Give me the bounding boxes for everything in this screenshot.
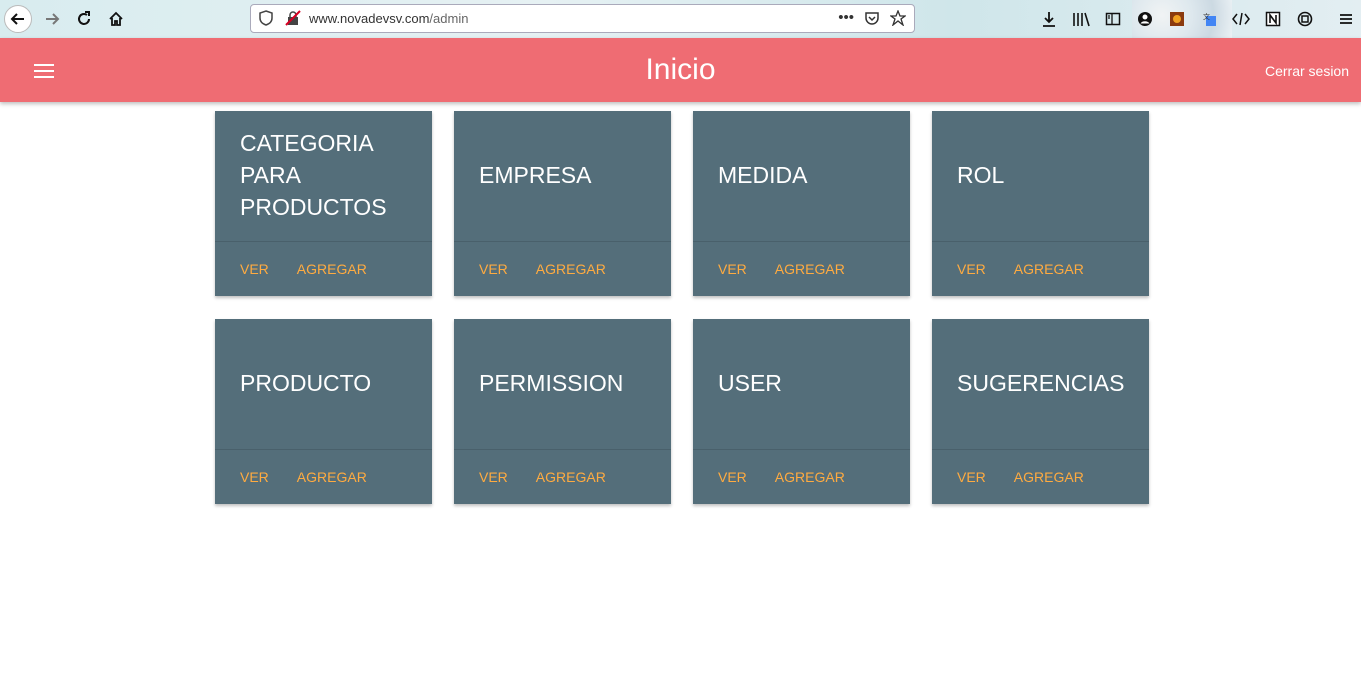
view-button[interactable]: VER <box>479 469 508 485</box>
card-medida: MEDIDA VER AGREGAR <box>693 111 910 296</box>
add-button[interactable]: AGREGAR <box>536 469 606 485</box>
card-divider <box>215 449 432 450</box>
add-button[interactable]: AGREGAR <box>1014 469 1084 485</box>
card-title: SUGERENCIAS <box>957 370 1125 396</box>
bookmark-star-icon[interactable] <box>890 9 906 26</box>
card-title: ROL <box>957 162 1005 188</box>
view-button[interactable]: VER <box>718 261 747 277</box>
view-button[interactable]: VER <box>479 261 508 277</box>
card-divider <box>693 449 910 450</box>
card-title: EMPRESA <box>479 162 592 188</box>
card-divider <box>693 241 910 242</box>
browser-menu-icon[interactable] <box>1336 9 1356 29</box>
card-producto: PRODUCTO VER AGREGAR <box>215 319 432 504</box>
back-icon[interactable] <box>4 5 32 33</box>
card-title: PERMISSION <box>479 370 624 396</box>
sidebar-icon[interactable] <box>1103 9 1123 29</box>
add-button[interactable]: AGREGAR <box>775 469 845 485</box>
download-icon[interactable] <box>1039 9 1059 29</box>
pocket-icon[interactable] <box>864 10 880 26</box>
card-categoria: CATEGORIA PARA PRODUCTOS VER AGREGAR <box>215 111 432 296</box>
shield-icon[interactable] <box>259 10 273 26</box>
card-title: MEDIDA <box>718 162 808 188</box>
card-empresa: EMPRESA VER AGREGAR <box>454 111 671 296</box>
card-divider <box>932 449 1149 450</box>
card-user: USER VER AGREGAR <box>693 319 910 504</box>
add-button[interactable]: AGREGAR <box>775 261 845 277</box>
url-domain: www.novadevsv.com <box>309 11 430 26</box>
browser-toolbar: www.novadevsv.com/admin ••• 文 <box>0 0 1361 38</box>
page-title: Inicio <box>645 53 716 86</box>
card-title: CATEGORIA PARA PRODUCTOS <box>240 130 387 220</box>
url-path: /admin <box>429 11 469 26</box>
card-divider <box>454 241 671 242</box>
translate-icon[interactable]: 文 <box>1199 9 1219 29</box>
view-button[interactable]: VER <box>718 469 747 485</box>
card-divider <box>932 241 1149 242</box>
svg-text:文: 文 <box>1203 12 1210 21</box>
view-button[interactable]: VER <box>957 469 986 485</box>
card-rol: ROL VER AGREGAR <box>932 111 1149 296</box>
view-button[interactable]: VER <box>240 469 269 485</box>
notion-icon[interactable] <box>1263 9 1283 29</box>
account-icon[interactable] <box>1135 9 1155 29</box>
extension-icon[interactable] <box>1167 9 1187 29</box>
view-button[interactable]: VER <box>240 261 269 277</box>
card-title: PRODUCTO <box>240 370 372 396</box>
address-bar[interactable]: www.novadevsv.com/admin ••• <box>250 4 915 33</box>
card-divider <box>215 241 432 242</box>
card-permission: PERMISSION VER AGREGAR <box>454 319 671 504</box>
add-button[interactable]: AGREGAR <box>297 261 367 277</box>
page-actions-icon[interactable]: ••• <box>838 9 854 26</box>
reload-icon[interactable] <box>70 5 98 33</box>
add-button[interactable]: AGREGAR <box>297 469 367 485</box>
app-header: Inicio Cerrar sesion <box>0 38 1361 102</box>
add-button[interactable]: AGREGAR <box>1014 261 1084 277</box>
view-button[interactable]: VER <box>957 261 986 277</box>
logout-link[interactable]: Cerrar sesion <box>1265 63 1349 79</box>
card-title: USER <box>718 370 782 396</box>
sync-icon[interactable] <box>1295 9 1315 29</box>
add-button[interactable]: AGREGAR <box>536 261 606 277</box>
forward-icon[interactable] <box>38 5 66 33</box>
code-icon[interactable] <box>1231 9 1251 29</box>
insecure-lock-icon[interactable] <box>285 10 301 26</box>
library-icon[interactable] <box>1071 9 1091 29</box>
home-icon[interactable] <box>102 5 130 33</box>
url-text: www.novadevsv.com/admin <box>309 11 468 26</box>
card-sugerencias: SUGERENCIAS VER AGREGAR <box>932 319 1149 504</box>
card-divider <box>454 449 671 450</box>
